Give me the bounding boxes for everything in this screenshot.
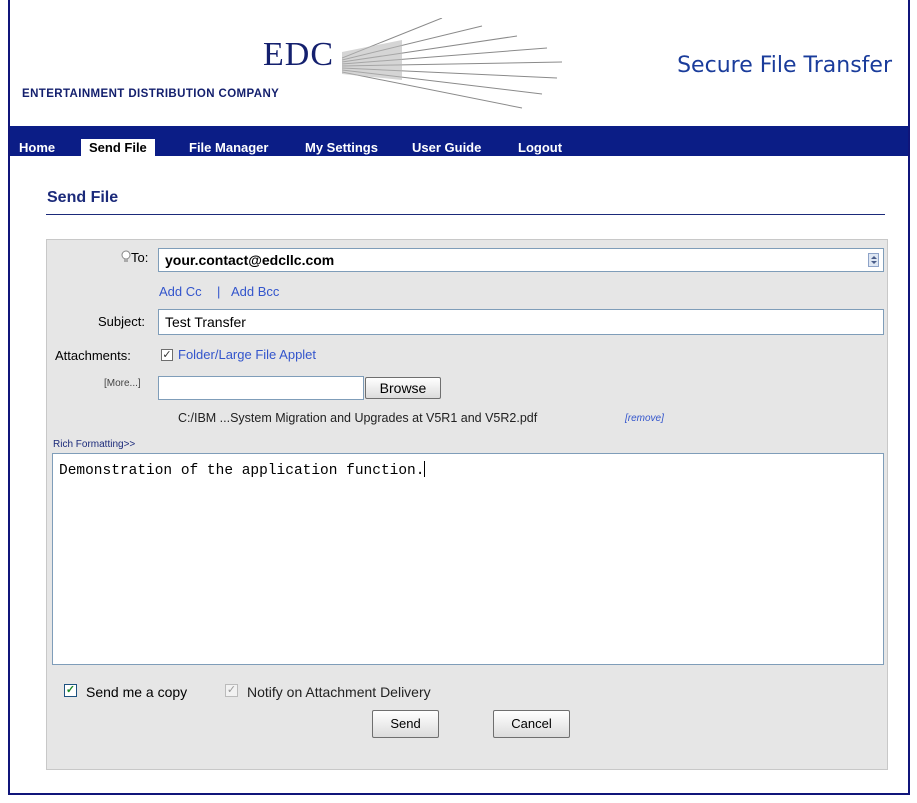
to-field[interactable]: your.contact@edcllc.com [158,248,884,272]
rich-formatting-link[interactable]: Rich Formatting>> [53,439,135,450]
nav-file-manager[interactable]: File Manager [181,139,276,156]
app-title: Secure File Transfer [677,53,892,78]
message-text: Demonstration of the application functio… [59,463,425,479]
notify-delivery-checkbox[interactable]: ✓ [225,684,238,697]
cc-bcc-separator: | [217,284,221,299]
company-name: ENTERTAINMENT DISTRIBUTION COMPANY [22,88,280,100]
attachments-label: Attachments: [55,348,131,363]
subject-field[interactable]: Test Transfer [158,309,884,335]
nav-logout[interactable]: Logout [510,139,570,156]
notify-delivery-label: Notify on Attachment Delivery [247,684,431,700]
title-divider [46,214,885,215]
folder-large-file-applet-link[interactable]: Folder/Large File Applet [178,347,316,362]
nav-home[interactable]: Home [11,139,63,156]
applet-checkbox[interactable]: ✓ [161,349,173,361]
nav-user-guide[interactable]: User Guide [404,139,489,156]
message-body[interactable]: Demonstration of the application functio… [52,453,884,665]
header: EDC ENTERTAINMENT DISTRIBUTION COMPANY S… [10,0,908,126]
to-value: your.contact@edcllc.com [165,252,335,268]
remove-attachment-link[interactable]: [remove] [625,413,664,424]
more-attachments-link[interactable]: [More...] [104,378,141,389]
send-file-form: To: your.contact@edcllc.com Add Cc | Add… [46,239,888,770]
logo: EDC [263,36,334,73]
text-cursor [424,461,426,477]
subject-value: Test Transfer [165,314,246,330]
app-window: EDC ENTERTAINMENT DISTRIBUTION COMPANY S… [8,0,910,795]
page-title: Send File [47,189,119,206]
address-book-spinner-icon[interactable] [868,253,879,267]
to-label: To: [131,250,149,265]
nav-send-file[interactable]: Send File [81,139,155,156]
cancel-button[interactable]: Cancel [493,710,570,738]
nav-my-settings[interactable]: My Settings [297,139,386,156]
send-copy-label: Send me a copy [86,684,188,700]
send-button[interactable]: Send [372,710,439,738]
attached-file-name: C:/IBM ...System Migration and Upgrades … [178,411,538,425]
browse-button[interactable]: Browse [365,377,441,399]
file-path-input[interactable] [158,376,364,400]
subject-label: Subject: [98,314,145,329]
send-copy-checkbox[interactable]: ✓ [64,684,77,697]
lightbulb-icon [121,250,131,267]
add-cc-link[interactable]: Add Cc [159,284,202,299]
logo-rays-icon [342,18,563,109]
nav-bar: Home Send File File Manager My Settings … [10,126,908,156]
add-bcc-link[interactable]: Add Bcc [231,284,279,299]
